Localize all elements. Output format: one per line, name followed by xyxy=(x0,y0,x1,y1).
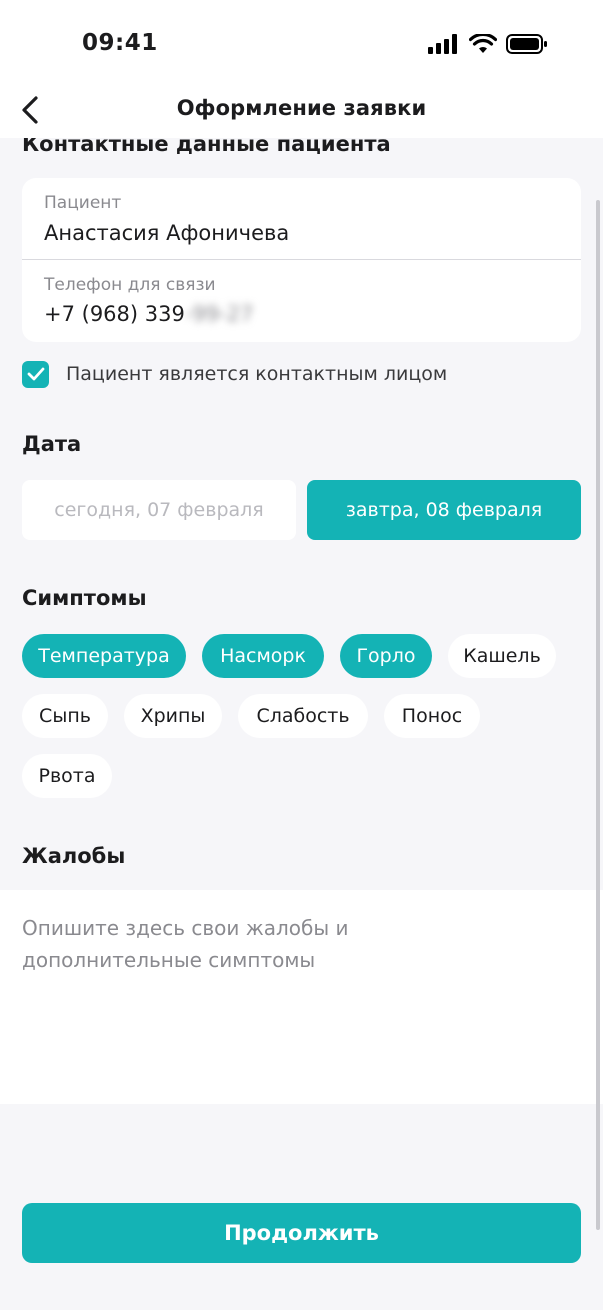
wifi-icon xyxy=(469,34,497,53)
symptom-chip[interactable]: Сыпь xyxy=(22,694,108,738)
symptom-chip[interactable]: Хрипы xyxy=(124,694,222,738)
phone-label: Телефон для связи xyxy=(44,275,216,295)
phone-field[interactable]: Телефон для связи +7 (968) 339-99-27 xyxy=(22,260,581,342)
date-today-button[interactable]: сегодня, 07 февраля xyxy=(22,480,296,540)
date-tomorrow-button[interactable]: завтра, 08 февраля xyxy=(307,480,581,540)
patient-value: Анастасия Афоничева xyxy=(44,221,290,245)
symptom-chip[interactable]: Понос xyxy=(384,694,480,738)
contact-checkbox-label: Пациент является контактным лицом xyxy=(66,363,448,385)
patient-field[interactable]: Пациент Анастасия Афоничева xyxy=(22,178,581,260)
page-title: Оформление заявки xyxy=(176,96,427,120)
contact-section-title: Контактные данные пациента xyxy=(22,138,391,156)
status-bar: 09:41 xyxy=(0,0,603,84)
battery-icon xyxy=(506,34,547,54)
phone-blurred: -99-27 xyxy=(184,302,254,326)
symptom-chip[interactable]: Горло xyxy=(340,634,432,678)
complaints-textarea[interactable]: Опишите здесь свои жалобы и дополнительн… xyxy=(0,890,603,1104)
symptom-chip[interactable]: Температура xyxy=(22,634,186,678)
symptom-chip[interactable]: Рвота xyxy=(22,754,112,798)
complaints-placeholder: Опишите здесь свои жалобы и дополнительн… xyxy=(22,916,349,972)
symptom-chip[interactable]: Насморк xyxy=(202,634,324,678)
contact-card: Пациент Анастасия Афоничева Телефон для … xyxy=(22,178,581,342)
symptom-chip[interactable]: Кашель xyxy=(448,634,556,678)
phone-value: +7 (968) 339-99-27 xyxy=(44,302,253,326)
symptoms-section-title: Симптомы xyxy=(22,586,147,610)
nav-bar: Оформление заявки xyxy=(0,84,603,138)
scrollbar[interactable] xyxy=(596,200,600,1230)
date-section-title: Дата xyxy=(22,432,82,456)
continue-button[interactable]: Продолжить xyxy=(22,1203,581,1263)
checkmark-icon xyxy=(27,367,44,381)
complaints-section-title: Жалобы xyxy=(22,844,126,868)
phone-visible: +7 (968) 339 xyxy=(44,302,185,326)
status-icons xyxy=(428,34,548,54)
patient-label: Пациент xyxy=(44,193,122,213)
contact-checkbox-row[interactable]: Пациент является контактным лицом xyxy=(22,360,447,388)
status-time: 09:41 xyxy=(82,30,158,56)
signal-icon xyxy=(428,34,457,54)
contact-checkbox[interactable] xyxy=(22,360,49,388)
symptom-chip[interactable]: Слабость xyxy=(238,694,368,738)
form-content[interactable]: Контактные данные пациента Пациент Анаст… xyxy=(0,138,603,1310)
